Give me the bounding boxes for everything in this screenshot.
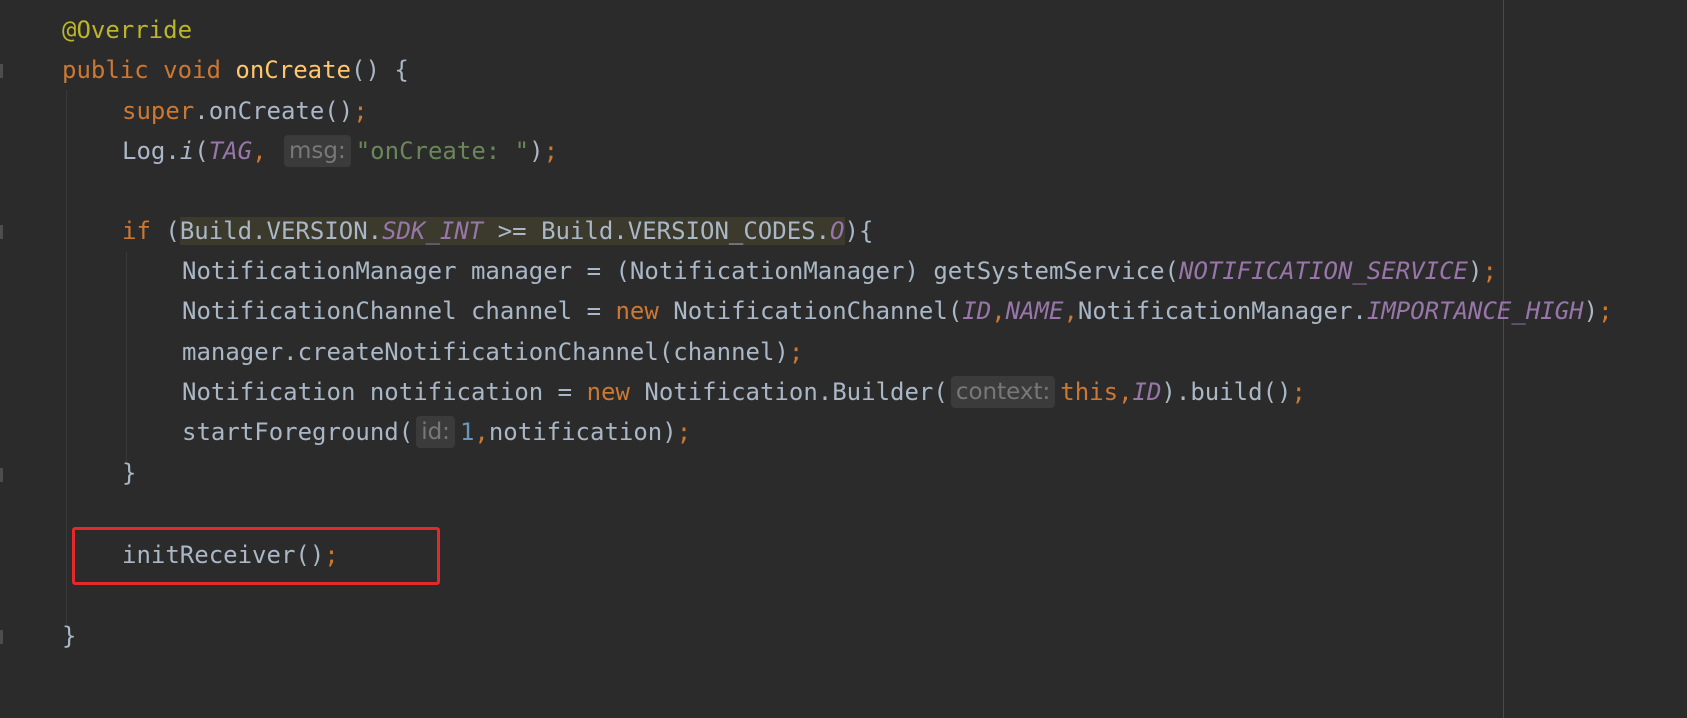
keyword-this: this <box>1060 378 1119 406</box>
if-open-paren: ( <box>150 217 180 245</box>
semicolon: ; <box>1482 257 1497 285</box>
manager-declaration: NotificationManager manager = (Notificat… <box>182 257 1179 285</box>
keyword-if: if <box>122 217 151 245</box>
code-line-9: manager.createNotificationChannel(channe… <box>182 332 803 372</box>
notification-declaration: Notification notification = <box>182 378 587 406</box>
notification-manager-prefix: NotificationManager. <box>1077 297 1367 325</box>
keyword-new: new <box>586 378 630 406</box>
fold-marker[interactable] <box>0 468 3 482</box>
build-call: ).build() <box>1161 378 1292 406</box>
comma: , <box>252 137 267 165</box>
name-constant: NAME <box>1005 297 1064 325</box>
code-line-7: NotificationManager manager = (Notificat… <box>182 251 1497 291</box>
right-margin-guide <box>1503 0 1504 718</box>
keyword-super: super <box>122 97 195 125</box>
notification-service-constant: NOTIFICATION_SERVICE <box>1179 257 1468 285</box>
condition-build: Build.VERSION. <box>179 217 383 245</box>
code-editor[interactable]: @Override public void onCreate() { super… <box>0 0 1687 718</box>
fold-marker[interactable] <box>0 64 3 78</box>
close-paren: ) <box>1583 297 1599 325</box>
version-o-constant: O <box>830 217 845 245</box>
tag-constant: TAG <box>208 137 253 165</box>
super-call: .onCreate() <box>194 97 354 125</box>
comma: , <box>474 418 489 446</box>
code-line-16: } <box>62 616 76 656</box>
annotation-token: @Override <box>62 16 193 44</box>
fold-marker[interactable] <box>0 630 3 644</box>
param-hint-id: id: <box>416 416 455 448</box>
keyword-new: new <box>615 297 659 325</box>
start-foreground-tail: notification) <box>488 418 677 446</box>
code-line-11: startForeground(id: 1,notification); <box>182 412 691 452</box>
indent-guide <box>66 90 67 625</box>
condition-highlight: Build.VERSION.SDK_INT >= Build.VERSION_C… <box>179 217 845 245</box>
code-line-3: super.onCreate(); <box>122 91 368 131</box>
comma: , <box>991 297 1006 325</box>
highlight-box <box>72 527 440 585</box>
method-name: onCreate <box>235 56 351 84</box>
semicolon: ; <box>353 97 368 125</box>
start-foreground-call: startForeground( <box>182 418 414 446</box>
semicolon: ; <box>543 137 559 165</box>
code-line-10: Notification notification = new Notifica… <box>182 372 1306 412</box>
id-constant: ID <box>1132 378 1162 406</box>
semicolon: ; <box>1291 378 1306 406</box>
code-line-6: if (Build.VERSION.SDK_INT >= Build.VERSI… <box>122 211 873 251</box>
keyword-void: void <box>163 56 221 84</box>
log-string: "onCreate: " <box>355 137 530 165</box>
semicolon: ; <box>1598 297 1613 325</box>
comma: , <box>1063 297 1078 325</box>
channel-declaration: NotificationChannel channel = <box>182 297 616 325</box>
code-line-2: public void onCreate() { <box>62 50 409 90</box>
close-paren: ) <box>1467 257 1483 285</box>
semicolon: ; <box>788 338 804 366</box>
comma: , <box>1118 378 1133 406</box>
semicolon: ; <box>676 418 692 446</box>
code-line-8: NotificationChannel channel = new Notifi… <box>182 291 1613 331</box>
keyword-public: public <box>62 56 149 84</box>
sdk-int-constant: SDK_INT <box>382 217 484 245</box>
param-hint-context: context: <box>950 376 1056 408</box>
close-brace: } <box>62 622 77 650</box>
method-signature-tail: () { <box>351 56 409 84</box>
param-hint-msg: msg: <box>283 135 351 167</box>
if-close: ){ <box>844 217 874 245</box>
fold-marker[interactable] <box>0 225 3 239</box>
code-line-4: Log.i(TAG, msg: "onCreate: "); <box>122 131 558 171</box>
channel-constructor: NotificationChannel( <box>658 297 963 325</box>
log-method: i <box>179 137 195 165</box>
condition-middle: >= Build.VERSION_CODES. <box>483 217 831 245</box>
open-paren: ( <box>194 137 209 165</box>
indent-guide <box>126 252 127 462</box>
log-prefix: Log. <box>122 137 180 165</box>
code-line-1: @Override <box>62 10 192 50</box>
code-line-12: } <box>122 453 136 493</box>
close-paren: ) <box>529 137 544 165</box>
id-constant: ID <box>962 297 992 325</box>
builder-call: Notification.Builder( <box>629 378 948 406</box>
importance-high-constant: IMPORTANCE_HIGH <box>1366 297 1584 325</box>
number-one: 1 <box>459 418 475 446</box>
close-brace: } <box>122 459 137 487</box>
create-channel-call: manager.createNotificationChannel(channe… <box>182 338 789 366</box>
